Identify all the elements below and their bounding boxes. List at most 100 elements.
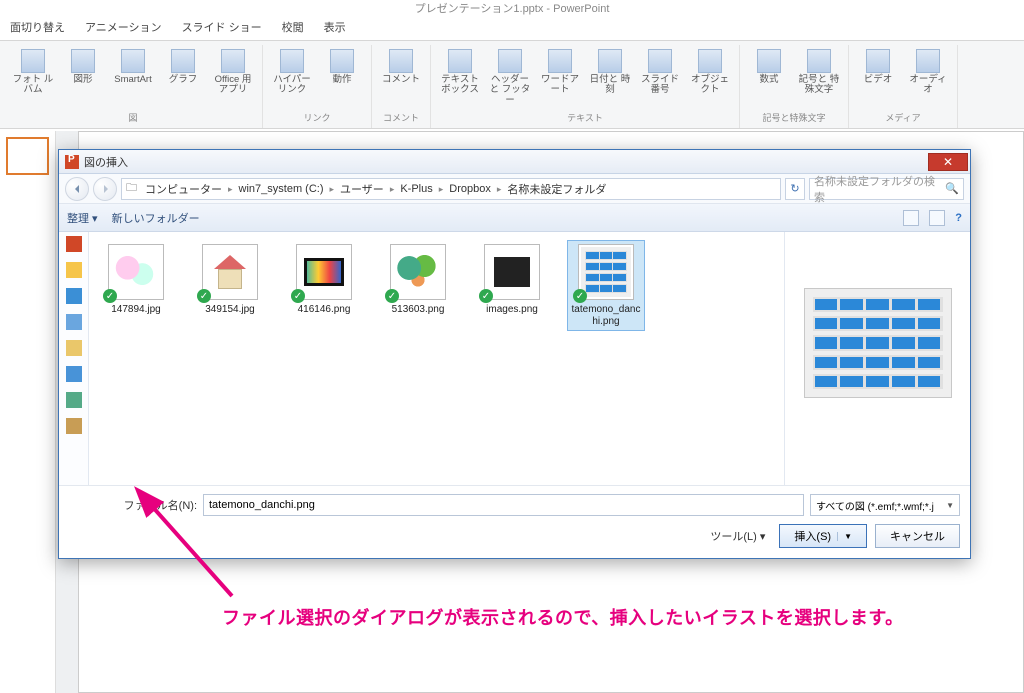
view-mode-button[interactable] [903, 210, 919, 226]
tab-review[interactable]: 校閲 [278, 16, 308, 40]
ribbon-audio-icon[interactable]: オーディオ [905, 45, 951, 96]
ribbon-comment-icon[interactable]: コメント [378, 45, 424, 85]
insert-button[interactable]: 挿入(S) ▼ [779, 524, 867, 548]
dialog-close-button[interactable]: ✕ [928, 153, 968, 171]
breadcrumb-separator [389, 183, 396, 195]
thumbnail-art [304, 258, 344, 286]
file-item[interactable]: ✓349154.jpg [191, 240, 269, 320]
ribbon-button-label: SmartArt [114, 75, 151, 85]
ribbon-object-icon[interactable]: オブジェクト [687, 45, 733, 96]
file-item[interactable]: ✓images.png [473, 240, 551, 320]
ribbon-smartart-icon[interactable]: SmartArt [110, 45, 156, 85]
ribbon-datetime-icon[interactable]: 日付と 時刻 [587, 45, 633, 96]
ribbon-tabs: 面切り替え アニメーション スライド ショー 校閲 表示 [0, 14, 1024, 41]
ribbon-group-name: テキスト [567, 109, 603, 126]
preview-pane [784, 232, 970, 485]
help-icon[interactable]: ? [955, 212, 962, 224]
sync-check-icon: ✓ [479, 289, 493, 303]
breadcrumb-item[interactable]: コンピューター [142, 181, 225, 197]
file-name: 349154.jpg [205, 304, 255, 316]
slide-thumb-1[interactable] [6, 137, 49, 175]
folder-icon[interactable] [66, 366, 82, 382]
refresh-button[interactable]: ↻ [785, 178, 805, 200]
search-placeholder: 名称未設定フォルダの検索 [814, 173, 945, 205]
ribbon: フォト ルバム図形SmartArtグラフOffice 用 アプリ図ハイパーリンク… [0, 41, 1024, 129]
cancel-button[interactable]: キャンセル [875, 524, 960, 548]
file-name: 147894.jpg [111, 304, 161, 316]
breadcrumb-item[interactable]: Dropbox [446, 183, 494, 195]
cancel-button-label: キャンセル [890, 528, 945, 544]
refresh-icon: ↻ [790, 182, 799, 195]
sync-check-icon: ✓ [103, 289, 117, 303]
ribbon-header-footer-icon[interactable]: ヘッダーと フッター [487, 45, 533, 106]
ribbon-button-label: 記号と 特殊文字 [796, 75, 842, 96]
app-titlebar: プレゼンテーション1.pptx - PowerPoint [0, 0, 1024, 14]
tab-slideshow[interactable]: スライド ショー [178, 16, 266, 40]
ribbon-button-label: オーディオ [905, 75, 951, 96]
filename-input[interactable] [203, 494, 804, 516]
organize-button[interactable]: 整理 ▾ [67, 210, 98, 226]
ribbon-chart-icon[interactable]: グラフ [160, 45, 206, 85]
file-filter-dropdown[interactable]: すべての図 (*.emf;*.wmf;*.j ▼ [810, 494, 960, 516]
symbol-icon [807, 49, 831, 73]
sync-check-icon: ✓ [385, 289, 399, 303]
dialog-title: 図の挿入 [84, 154, 928, 170]
ribbon-button-label: 日付と 時刻 [587, 75, 633, 96]
network-icon[interactable] [66, 418, 82, 434]
ribbon-action-icon[interactable]: 動作 [319, 45, 365, 85]
ribbon-hyperlink-icon[interactable]: ハイパーリンク [269, 45, 315, 96]
favorites-column [59, 232, 89, 485]
ribbon-video-icon[interactable]: ビデオ [855, 45, 901, 85]
libraries-icon[interactable] [66, 340, 82, 356]
thumbnail-art [494, 257, 530, 287]
tab-transitions[interactable]: 面切り替え [6, 16, 69, 40]
breadcrumb-separator [329, 183, 336, 195]
breadcrumb-item[interactable]: win7_system (C:) [236, 183, 327, 195]
breadcrumb[interactable]: 🗀コンピューターwin7_system (C:)ユーザーK-PlusDropbo… [121, 178, 781, 200]
ribbon-button-label: ワードアート [537, 75, 583, 96]
new-folder-button[interactable]: 新しいフォルダー [112, 210, 200, 226]
star-icon[interactable] [66, 262, 82, 278]
breadcrumb-item[interactable]: 名称未設定フォルダ [504, 181, 609, 197]
file-filter-label: すべての図 (*.emf;*.wmf;*.j [816, 498, 934, 513]
file-item[interactable]: ✓416146.png [285, 240, 363, 320]
ribbon-symbol-icon[interactable]: 記号と 特殊文字 [796, 45, 842, 96]
breadcrumb-item[interactable]: ユーザー [337, 181, 387, 197]
breadcrumb-item[interactable]: K-Plus [397, 183, 435, 195]
ribbon-wordart-icon[interactable]: ワードアート [537, 45, 583, 96]
shapes-icon [71, 49, 95, 73]
thumbnail-art [396, 252, 440, 292]
file-item[interactable]: ✓513603.png [379, 240, 457, 320]
sync-check-icon: ✓ [291, 289, 305, 303]
file-item[interactable]: ✓tatemono_danchi.png [567, 240, 645, 331]
ribbon-button-label: ヘッダーと フッター [487, 75, 533, 106]
ribbon-slidenum-icon[interactable]: スライド番号 [637, 45, 683, 96]
ribbon-shapes-icon[interactable]: 図形 [60, 45, 106, 85]
app-title: プレゼンテーション1.pptx - PowerPoint [415, 3, 610, 15]
equation-icon [757, 49, 781, 73]
dialog-footer: ファイル名(N): すべての図 (*.emf;*.wmf;*.j ▼ ツール(L… [59, 485, 970, 558]
file-thumbnail: ✓ [108, 244, 164, 300]
nav-forward-button[interactable] [93, 177, 117, 201]
tab-animations[interactable]: アニメーション [81, 16, 166, 40]
ribbon-photo-album-icon[interactable]: フォト ルバム [10, 45, 56, 96]
computer-icon[interactable] [66, 392, 82, 408]
ribbon-button-label: スライド番号 [637, 75, 683, 96]
nav-back-button[interactable] [65, 177, 89, 201]
downloads-icon[interactable] [66, 314, 82, 330]
ribbon-group: フォト ルバム図形SmartArtグラフOffice 用 アプリ図 [4, 45, 263, 128]
preview-pane-button[interactable] [929, 210, 945, 226]
object-icon [698, 49, 722, 73]
powerpoint-icon [65, 155, 79, 169]
ribbon-equation-icon[interactable]: 数式 [746, 45, 792, 85]
ribbon-textbox-icon[interactable]: テキスト ボックス [437, 45, 483, 96]
slidenum-icon [648, 49, 672, 73]
thumbnail-art [210, 255, 250, 289]
tools-dropdown[interactable]: ツール(L) ▾ [710, 528, 765, 544]
ribbon-apps-icon[interactable]: Office 用 アプリ [210, 45, 256, 96]
tab-view[interactable]: 表示 [320, 16, 350, 40]
file-item[interactable]: ✓147894.jpg [97, 240, 175, 320]
desktop-icon[interactable] [66, 288, 82, 304]
search-input[interactable]: 名称未設定フォルダの検索 🔍 [809, 178, 964, 200]
ribbon-button-label: ビデオ [864, 75, 893, 85]
